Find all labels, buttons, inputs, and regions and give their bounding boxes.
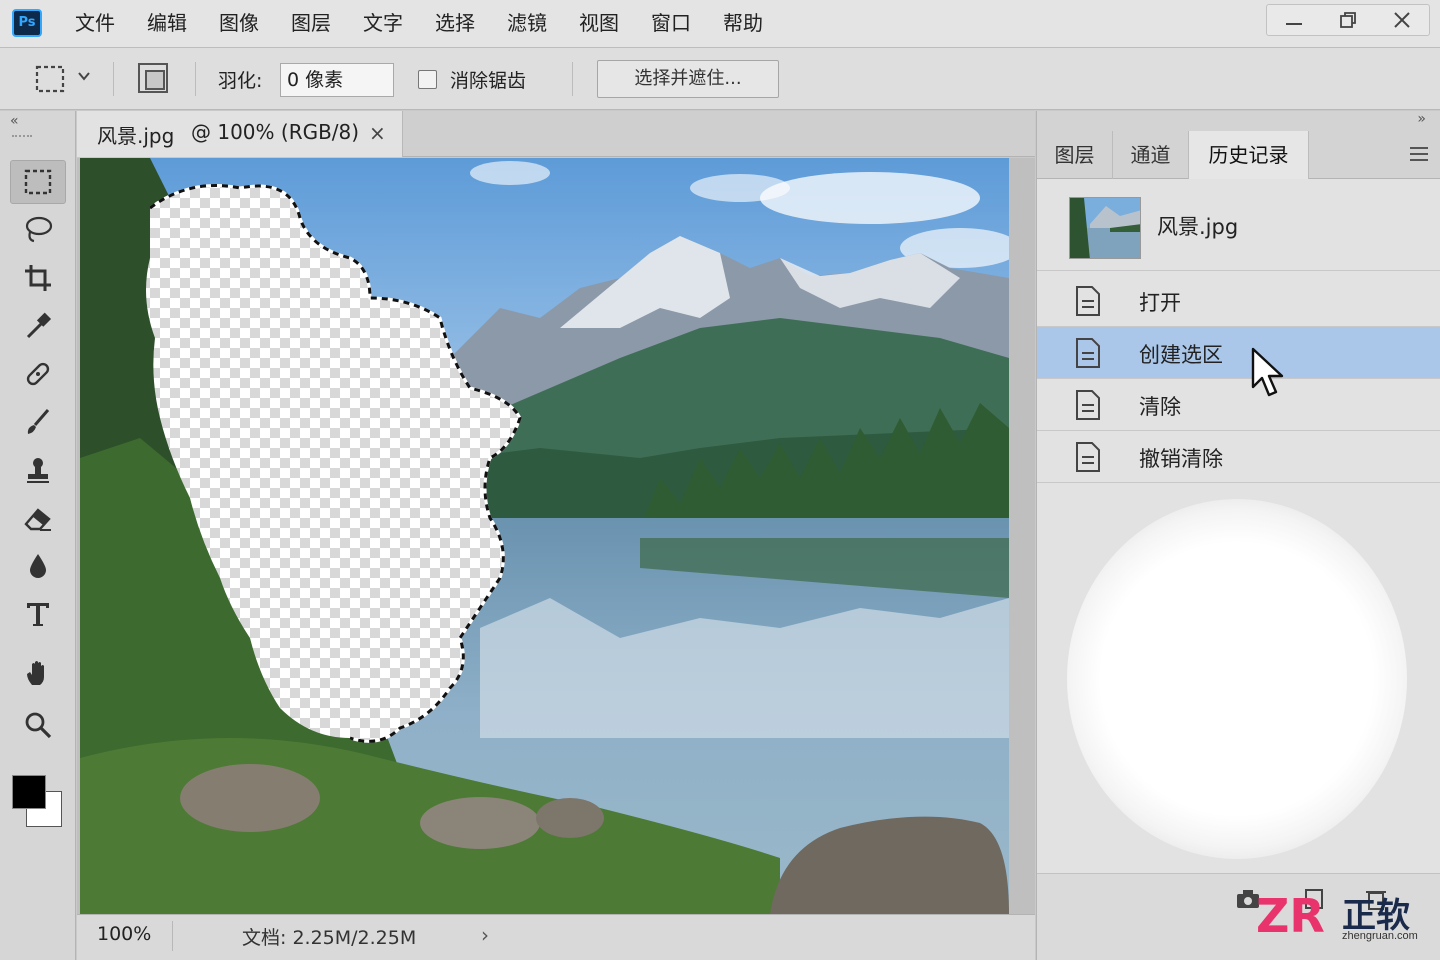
- menu-image[interactable]: 图像: [219, 0, 259, 48]
- menu-bar: Ps 文件 编辑 图像 图层 文字 选择 滤镜 视图 窗口 帮助: [0, 0, 1440, 48]
- antialias-checkbox[interactable]: [418, 70, 437, 89]
- status-divider: [172, 921, 173, 951]
- expand-panel-icon[interactable]: »: [1417, 111, 1426, 127]
- watermark-url: zhengruan.com: [1342, 930, 1418, 942]
- document-icon: [1076, 286, 1100, 316]
- brush-tool[interactable]: [10, 400, 66, 444]
- options-bar: 羽化: 0 像素 消除锯齿 选择并遮住...: [0, 48, 1440, 110]
- panel-header: »: [1036, 111, 1440, 131]
- history-item-label: 撤销清除: [1139, 447, 1223, 471]
- foreground-color-swatch[interactable]: [12, 775, 46, 809]
- snapshot-name: 风景.jpg: [1157, 215, 1239, 239]
- document-name: 风景.jpg: [97, 124, 175, 148]
- svg-text:ZR: ZR: [1256, 889, 1325, 942]
- tab-layers[interactable]: 图层: [1037, 131, 1113, 179]
- crop-tool[interactable]: [10, 256, 66, 300]
- eyedropper-icon: [26, 312, 52, 339]
- close-icon[interactable]: [1375, 5, 1429, 35]
- selection-mode-icon[interactable]: [138, 63, 168, 93]
- options-divider: [195, 62, 196, 96]
- history-item-open[interactable]: 打开: [1037, 275, 1440, 327]
- crop-icon: [25, 265, 51, 291]
- hand-tool[interactable]: [10, 651, 66, 695]
- menu-items: 文件 编辑 图像 图层 文字 选择 滤镜 视图 窗口 帮助: [75, 0, 795, 48]
- eraser-tool[interactable]: [10, 496, 66, 540]
- document-size: 文档: 2.25M/2.25M: [242, 927, 417, 949]
- document-icon: [1076, 442, 1100, 472]
- eraser-icon: [24, 508, 51, 531]
- feather-input[interactable]: 0 像素: [280, 63, 394, 97]
- document-tab[interactable]: 风景.jpg @ 100% (RGB/8) ×: [77, 111, 403, 157]
- menu-file[interactable]: 文件: [75, 0, 115, 48]
- rectangular-marquee-preset-icon[interactable]: [34, 64, 66, 94]
- history-snapshot[interactable]: 风景.jpg: [1037, 179, 1440, 271]
- blurred-overlay: [1067, 499, 1407, 859]
- menu-type[interactable]: 文字: [363, 0, 403, 48]
- history-item-label: 清除: [1139, 395, 1181, 419]
- document-tab-bar: 风景.jpg @ 100% (RGB/8) ×: [77, 111, 1035, 157]
- clone-stamp-tool[interactable]: [10, 448, 66, 492]
- options-divider: [113, 62, 114, 96]
- select-and-mask-button[interactable]: 选择并遮住...: [597, 60, 779, 98]
- stamp-icon: [27, 458, 49, 483]
- type-tool[interactable]: [10, 592, 66, 636]
- menu-select[interactable]: 选择: [435, 0, 475, 48]
- eyedropper-tool[interactable]: [10, 304, 66, 348]
- history-item-label: 打开: [1139, 291, 1181, 315]
- photoshop-logo-icon: Ps: [12, 9, 42, 37]
- marquee-icon: [24, 169, 52, 195]
- type-icon: [27, 603, 49, 626]
- status-bar: 100% 文档: 2.25M/2.25M ›: [77, 914, 1035, 960]
- menu-edit[interactable]: 编辑: [147, 0, 187, 48]
- lasso-icon: [25, 216, 53, 243]
- panel-tabs: 图层 通道 历史记录: [1036, 131, 1440, 179]
- feather-label: 羽化:: [218, 70, 263, 92]
- document-icon: [1076, 338, 1100, 368]
- history-item-undo-clear[interactable]: 撤销清除: [1037, 431, 1440, 483]
- rectangular-marquee-tool[interactable]: [10, 160, 66, 204]
- watermark: ZR 正软 zhengruan.com: [1254, 886, 1434, 946]
- zoom-tool[interactable]: [10, 703, 66, 747]
- restore-icon[interactable]: [1321, 5, 1375, 35]
- tab-channels[interactable]: 通道: [1113, 131, 1189, 179]
- tab-history[interactable]: 历史记录: [1189, 131, 1309, 179]
- menu-window[interactable]: 窗口: [651, 0, 691, 48]
- brush-icon: [27, 409, 50, 434]
- chevron-down-icon[interactable]: [76, 68, 92, 84]
- menu-filter[interactable]: 滤镜: [507, 0, 547, 48]
- history-item-label: 创建选区: [1139, 343, 1223, 367]
- magnifier-icon: [25, 712, 52, 739]
- bandage-icon: [26, 362, 50, 386]
- healing-brush-tool[interactable]: [10, 352, 66, 396]
- panel-grip[interactable]: [12, 135, 32, 139]
- panel-menu-icon[interactable]: [1410, 147, 1428, 161]
- drop-icon: [30, 554, 46, 578]
- hand-icon: [27, 661, 44, 685]
- menu-view[interactable]: 视图: [579, 0, 619, 48]
- mouse-cursor-icon: [1251, 347, 1284, 397]
- antialias-label: 消除锯齿: [450, 70, 527, 92]
- tools-panel: «: [0, 111, 76, 960]
- zoom-level[interactable]: 100%: [97, 923, 151, 945]
- image-canvas[interactable]: [80, 158, 1009, 914]
- minimize-icon[interactable]: [1267, 5, 1321, 35]
- document-icon: [1076, 390, 1100, 420]
- watermark-logo-icon: ZR: [1256, 889, 1325, 943]
- chevron-right-icon[interactable]: ›: [481, 923, 489, 947]
- lasso-tool[interactable]: [10, 208, 66, 252]
- history-item-clear[interactable]: 清除: [1037, 379, 1440, 431]
- history-panel: 风景.jpg 打开 创建选区 清除 撤销清除: [1036, 179, 1440, 960]
- menu-layer[interactable]: 图层: [291, 0, 331, 48]
- canvas-area: [77, 158, 1035, 914]
- blur-tool[interactable]: [10, 544, 66, 588]
- options-divider: [572, 62, 573, 96]
- window-controls: [1266, 4, 1430, 36]
- menu-help[interactable]: 帮助: [723, 0, 763, 48]
- snapshot-thumbnail: [1069, 197, 1141, 259]
- collapse-panel-icon[interactable]: «: [10, 113, 19, 129]
- close-tab-icon[interactable]: ×: [369, 121, 386, 145]
- document-info: @ 100% (RGB/8): [191, 120, 360, 144]
- landscape-image: [80, 158, 1009, 914]
- history-item-create-selection[interactable]: 创建选区: [1037, 327, 1440, 379]
